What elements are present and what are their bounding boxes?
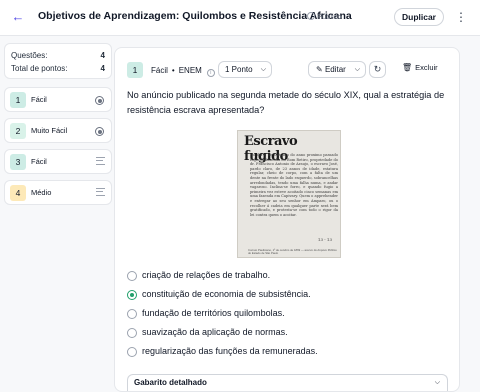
globe-icon (307, 12, 315, 20)
visibility-badge: Público (307, 12, 342, 21)
info-icon[interactable]: i (206, 69, 215, 77)
answer-option-text: fundação de territórios quilombolas. (142, 308, 285, 318)
questions-count-value: 4 (100, 51, 105, 60)
page-title: Objetivos de Aprendizagem: Quilombos e R… (38, 10, 352, 22)
visibility-label: Público (317, 12, 342, 21)
question-difficulty-label: Fácil (31, 157, 47, 166)
question-list-item-4[interactable]: 4 Médio (4, 180, 112, 205)
answer-option-text: suavização da aplicação de normas. (142, 327, 288, 337)
radio-button[interactable] (127, 271, 137, 281)
refresh-icon[interactable]: ↻ (369, 61, 386, 78)
chevron-down-icon: ⌵ (260, 66, 266, 73)
question-text: No anúncio publicado na segunda metade d… (127, 90, 445, 115)
top-bar: ← Objetivos de Aprendizagem: Quilombos e… (0, 0, 480, 36)
radio-icon (95, 127, 104, 136)
radio-button[interactable] (127, 309, 137, 319)
delete-button[interactable]: 🗑 Excluir (402, 63, 438, 72)
questions-count-label: Questões: (11, 51, 48, 60)
ad-number: 13 - 13 (317, 237, 332, 242)
question-number-badge: 2 (10, 123, 26, 139)
pencil-icon: ✎ (316, 65, 323, 74)
question-card: 1 Fácil • ENEM i 1 Ponto ⌵ ✎ Editar ⌵ ↻ 🗑 Excl… (114, 47, 460, 392)
radio-button-selected[interactable] (127, 290, 137, 300)
question-list-item-3[interactable]: 3 Fácil (4, 149, 112, 174)
question-list-item-2[interactable]: 2 Muito Fácil (4, 118, 112, 143)
points-dropdown[interactable]: 1 Ponto ⌵ (218, 61, 272, 78)
radio-button[interactable] (127, 328, 137, 338)
edit-label: Editar (324, 65, 346, 74)
source-label: ENEM (178, 66, 202, 75)
detailed-answer-toggle[interactable]: Gabarito detalhado ⌵ (127, 374, 448, 391)
answer-option-text: criação de relações de trabalho. (142, 270, 271, 280)
radio-icon (95, 96, 104, 105)
question-number-badge: 4 (10, 185, 26, 201)
answer-option-text: constituição de economia de subsistência… (142, 289, 311, 299)
ad-body-text: No dia 8 de Outubro do anno proximo pass… (250, 153, 338, 217)
difficulty-label: Fácil (151, 66, 168, 75)
more-options-icon[interactable]: ⋮ (455, 9, 467, 25)
trash-icon: 🗑 (402, 63, 413, 72)
back-arrow-icon[interactable]: ← (10, 9, 26, 25)
points-value: 1 Ponto (225, 65, 253, 74)
answer-option-text: regularização das funções da remuneradas… (142, 346, 318, 356)
question-difficulty-label: Muito Fácil (31, 126, 68, 135)
question-number-badge: 3 (10, 154, 26, 170)
total-points-value: 4 (100, 64, 105, 73)
radio-button[interactable] (127, 347, 137, 357)
duplicate-button[interactable]: Duplicar (394, 8, 444, 26)
question-difficulty-label: Médio (31, 188, 52, 197)
question-number-badge: 1 (10, 92, 26, 108)
chevron-down-icon: ⌵ (434, 379, 440, 386)
ad-caption: Correio Paulistano, 1º de outubro de 186… (248, 248, 337, 256)
question-number-badge: 1 (127, 62, 143, 78)
newspaper-ad-image: Escravo fugido No dia 8 de Outubro do an… (237, 130, 341, 258)
list-lines-icon (96, 157, 105, 165)
edit-dropdown-button[interactable]: ✎ Editar ⌵ (308, 61, 366, 78)
chevron-down-icon: ⌵ (354, 66, 360, 73)
question-list-item-1[interactable]: 1 Fácil (4, 87, 112, 112)
list-lines-icon (96, 188, 105, 196)
meta-separator: • (171, 66, 175, 75)
question-difficulty-label: Fácil (31, 95, 47, 104)
delete-label: Excluir (415, 63, 438, 72)
detailed-answer-label: Gabarito detalhado (134, 378, 207, 387)
total-points-label: Total de pontos: (11, 64, 68, 73)
summary-panel: Questões: 4 Total de pontos: 4 (4, 43, 112, 79)
question-meta: Fácil • ENEM i (151, 66, 215, 77)
